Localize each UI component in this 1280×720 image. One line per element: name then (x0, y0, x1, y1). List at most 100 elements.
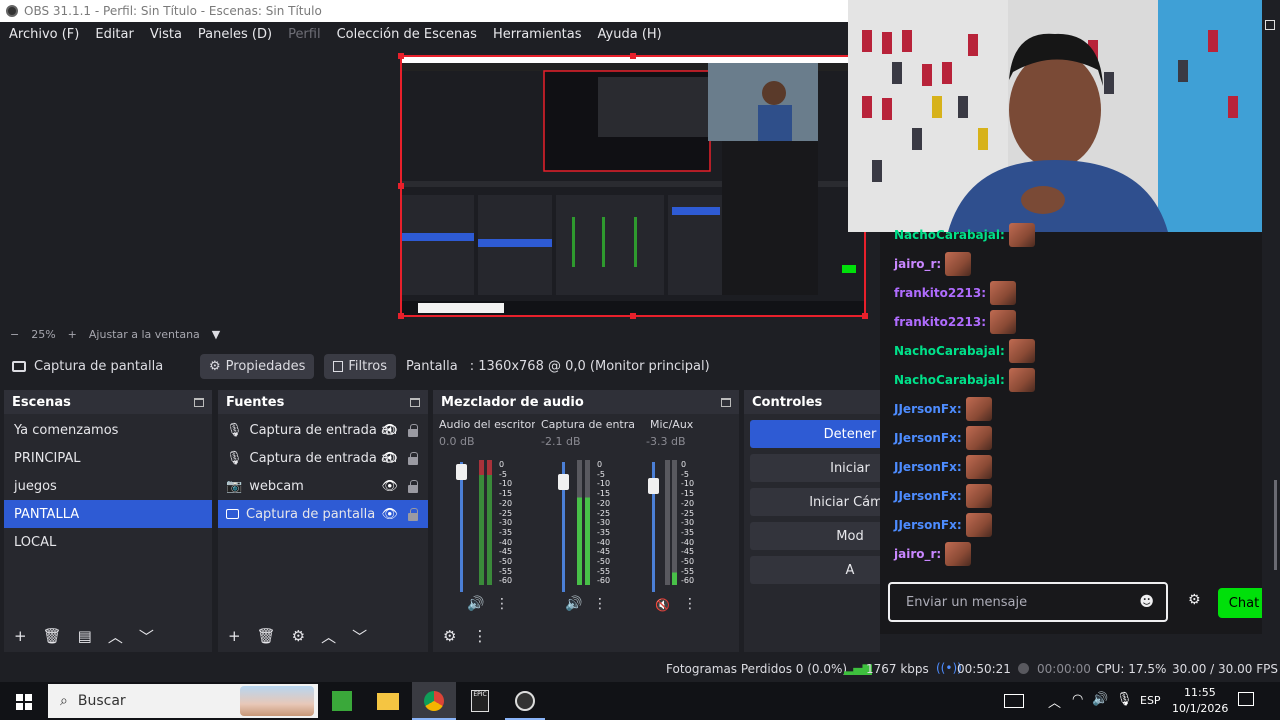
chat-username[interactable]: JJersonFx: (894, 460, 962, 474)
scene-item[interactable]: juegos (4, 472, 212, 500)
resize-handle-br[interactable] (862, 313, 868, 319)
source-item-selected[interactable]: Captura de pantalla 👁 (218, 500, 428, 528)
muted-speaker-icon[interactable]: 🔇 (655, 598, 670, 612)
eye-icon[interactable]: 👁 (381, 451, 398, 466)
eye-icon[interactable]: 👁 (381, 423, 398, 438)
scrollbar-thumb[interactable] (1274, 480, 1277, 570)
obs-taskbar-icon[interactable] (515, 691, 535, 711)
menu-vista[interactable]: Vista (141, 27, 189, 42)
filter-icon[interactable]: ▤ (78, 627, 92, 645)
news-widget-icon[interactable] (1004, 694, 1024, 708)
clock-date[interactable]: 10/1/2026 (1172, 702, 1228, 715)
volume-slider-knob[interactable] (558, 474, 569, 490)
resize-handle-left[interactable] (398, 183, 404, 189)
source-item[interactable]: 🎙 Captura de entrada au 👁 (218, 416, 428, 444)
properties-button[interactable]: ⚙ Propiedades (200, 353, 315, 379)
chevron-up-icon[interactable]: ︿ (321, 626, 336, 647)
emote-picker-icon[interactable]: ☻ (1139, 594, 1154, 610)
windows-start-icon[interactable] (16, 694, 32, 710)
taskbar-search-box[interactable]: ⌕ Buscar (48, 684, 318, 718)
window-restore-icon[interactable] (1265, 20, 1275, 30)
trash-icon[interactable]: 🗑 (257, 627, 276, 645)
menu-perfil[interactable]: Perfil (279, 27, 328, 42)
menu-archivo[interactable]: Archivo (F) (0, 27, 86, 42)
tray-chevron-up-icon[interactable]: ︿ (1048, 692, 1061, 711)
undock-icon[interactable] (410, 397, 420, 407)
chevron-up-icon[interactable]: ︿ (108, 626, 123, 647)
more-icon[interactable]: ⋮ (472, 627, 487, 645)
lock-icon[interactable] (408, 508, 418, 521)
scene-item[interactable]: PRINCIPAL (4, 444, 212, 472)
chat-input[interactable]: Enviar un mensaje ☻ (888, 582, 1168, 622)
resize-handle-top[interactable] (630, 53, 636, 59)
menu-ayuda[interactable]: Ayuda (H) (589, 27, 669, 42)
add-icon[interactable]: + (14, 627, 27, 645)
resize-handle-tl[interactable] (398, 53, 404, 59)
start-virtual-camera-button[interactable]: Iniciar Cáma (750, 488, 880, 516)
clock-time[interactable]: 11:55 (1184, 686, 1216, 699)
menu-herramientas[interactable]: Herramientas (484, 27, 589, 42)
advanced-audio-icon[interactable]: ⚙ (443, 627, 456, 645)
microphone-icon[interactable]: 🎙 (1116, 692, 1133, 707)
gear-icon[interactable]: ⚙ (292, 627, 305, 645)
chat-username[interactable]: JJersonFx: (894, 402, 962, 416)
start-recording-button[interactable]: Iniciar (750, 454, 880, 482)
volume-slider-track[interactable] (460, 462, 463, 592)
undock-icon[interactable] (721, 397, 731, 407)
chat-username[interactable]: JJersonFx: (894, 518, 962, 532)
source-item[interactable]: 🎙 Captura de entrada au 👁 (218, 444, 428, 472)
add-icon[interactable]: + (228, 627, 241, 645)
chat-username[interactable]: NachoCarabajal: (894, 228, 1005, 242)
eye-icon[interactable]: 👁 (381, 479, 398, 494)
chat-username[interactable]: NachoCarabajal: (894, 373, 1005, 387)
chat-username[interactable]: frankito2213: (894, 315, 986, 329)
lock-icon[interactable] (408, 452, 418, 465)
volume-slider-knob[interactable] (648, 478, 659, 494)
volume-icon[interactable]: 🔊 (1092, 692, 1108, 707)
scene-item[interactable]: LOCAL (4, 528, 212, 556)
lock-icon[interactable] (408, 480, 418, 493)
speaker-icon[interactable]: 🔊 (467, 596, 484, 612)
source-item[interactable]: 📷 webcam 👁 (218, 472, 428, 500)
more-icon[interactable]: ⋮ (683, 596, 697, 612)
chat-username[interactable]: jairo_r: (894, 547, 941, 561)
lock-icon[interactable] (408, 424, 418, 437)
chat-settings-icon[interactable]: ⚙ (1188, 592, 1201, 608)
preview-canvas[interactable] (398, 53, 868, 319)
filters-button[interactable]: Filtros (324, 353, 397, 379)
epic-games-icon[interactable]: EPIC (471, 690, 489, 712)
trash-icon[interactable]: 🗑 (43, 627, 62, 645)
minecraft-app-icon[interactable] (332, 691, 352, 711)
studio-mode-button[interactable]: Mod (750, 522, 880, 550)
eye-icon[interactable]: 👁 (381, 507, 398, 522)
chat-username[interactable]: frankito2213: (894, 286, 986, 300)
more-icon[interactable]: ⋮ (593, 596, 607, 612)
chevron-down-icon[interactable]: ﹀ (352, 626, 367, 647)
zoom-out-button[interactable]: − (10, 328, 19, 341)
resize-handle-bottom[interactable] (630, 313, 636, 319)
notification-icon[interactable] (1238, 692, 1254, 706)
wifi-icon[interactable]: ◠ (1072, 692, 1083, 707)
more-icon[interactable]: ⋮ (495, 596, 509, 612)
scene-item-selected[interactable]: PANTALLA (4, 500, 212, 528)
file-explorer-icon[interactable] (377, 693, 399, 710)
settings-button[interactable]: A (750, 556, 880, 584)
chat-username[interactable]: NachoCarabajal: (894, 344, 1005, 358)
menu-editar[interactable]: Editar (86, 27, 141, 42)
menu-coleccion-escenas[interactable]: Colección de Escenas (328, 27, 484, 42)
resize-handle-bl[interactable] (398, 313, 404, 319)
scene-item[interactable]: Ya comenzamos (4, 416, 212, 444)
display-select[interactable]: : 1360x768 @ 0,0 (Monitor principal) (470, 359, 710, 374)
chat-username[interactable]: JJersonFx: (894, 431, 962, 445)
volume-slider-knob[interactable] (456, 464, 467, 480)
zoom-fit-dropdown[interactable]: Ajustar a la ventana (89, 328, 200, 341)
zoom-in-button[interactable]: + (68, 328, 77, 341)
chevron-down-icon[interactable]: ﹀ (139, 626, 154, 647)
menu-paneles[interactable]: Paneles (D) (189, 27, 279, 42)
stop-stream-button[interactable]: Detener (750, 420, 880, 448)
chevron-down-icon[interactable]: ▼ (212, 328, 220, 341)
chat-username[interactable]: jairo_r: (894, 257, 941, 271)
speaker-icon[interactable]: 🔊 (565, 596, 582, 612)
chat-username[interactable]: JJersonFx: (894, 489, 962, 503)
undock-icon[interactable] (194, 397, 204, 407)
